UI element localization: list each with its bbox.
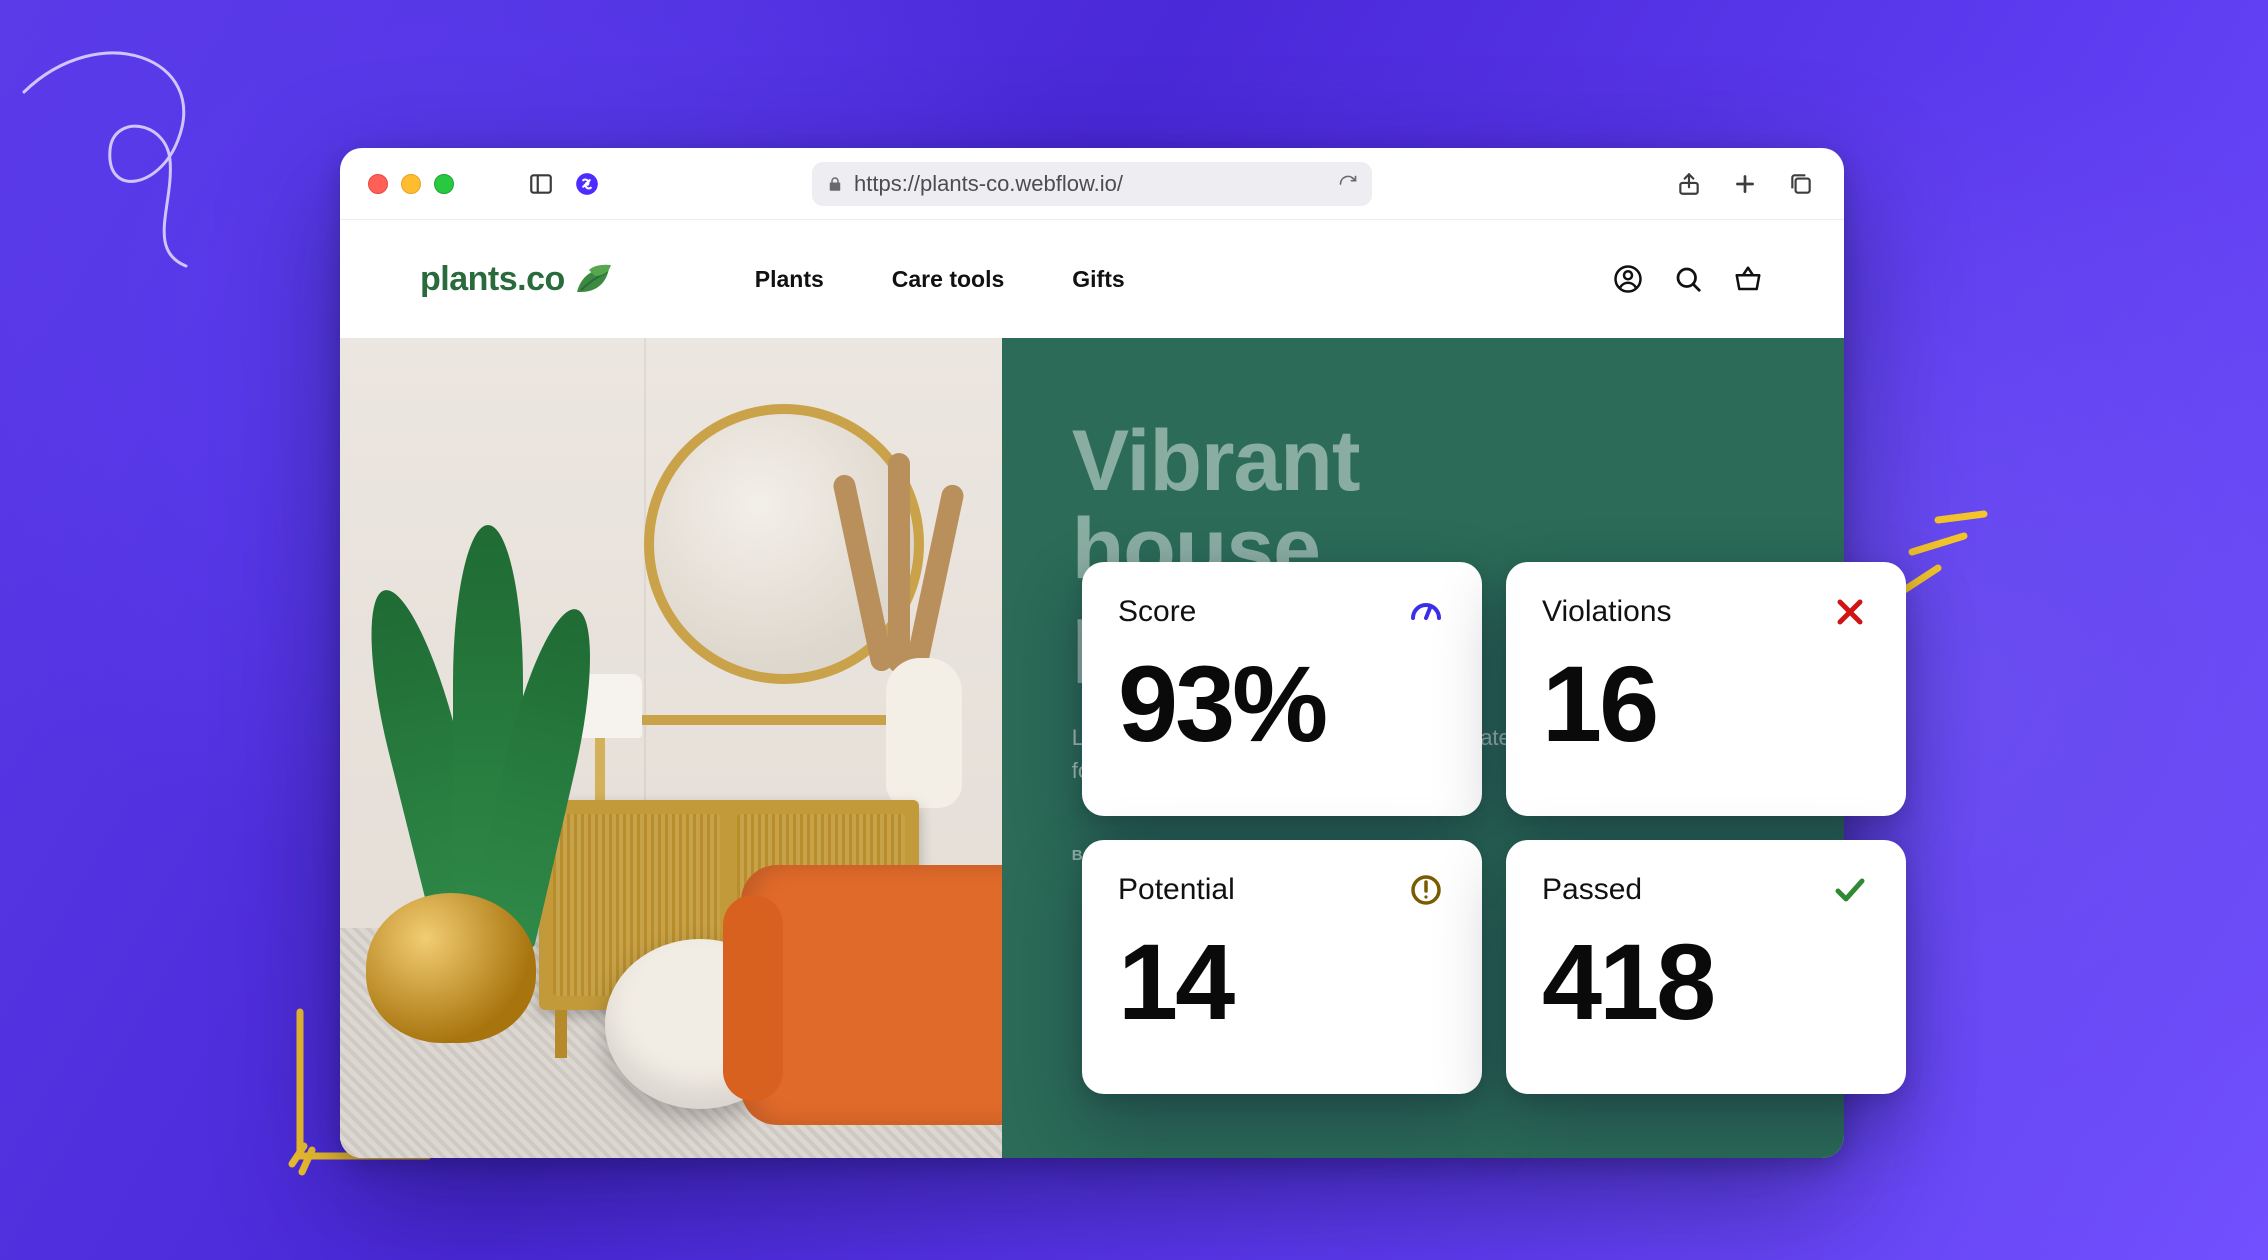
card-label: Passed — [1542, 873, 1642, 907]
card-value: 93% — [1118, 650, 1446, 758]
zoom-window-button[interactable] — [434, 174, 454, 194]
site-header: plants.co Plants Care tools Gifts — [340, 220, 1844, 338]
address-url: https://plants-co.webflow.io/ — [854, 171, 1123, 197]
nav-care-tools[interactable]: Care tools — [892, 266, 1004, 293]
card-value: 418 — [1542, 928, 1870, 1036]
warning-icon — [1406, 870, 1446, 910]
card-passed[interactable]: Passed 418 — [1506, 840, 1906, 1094]
decorative-squiggle — [10, 28, 270, 288]
card-value: 16 — [1542, 650, 1870, 758]
site-logo[interactable]: plants.co — [420, 260, 615, 299]
nav-plants[interactable]: Plants — [755, 266, 824, 293]
logo-text: plants.co — [420, 260, 565, 299]
card-violations[interactable]: Violations 16 — [1506, 562, 1906, 816]
stat-cards: Score 93% Violations 16 Potential — [1082, 562, 1906, 1094]
minimize-window-button[interactable] — [401, 174, 421, 194]
account-icon[interactable] — [1612, 263, 1644, 295]
x-icon — [1830, 592, 1870, 632]
check-icon — [1830, 870, 1870, 910]
card-label: Potential — [1118, 873, 1235, 907]
card-label: Violations — [1542, 595, 1672, 629]
card-score[interactable]: Score 93% — [1082, 562, 1482, 816]
extension-icon[interactable] — [572, 169, 602, 199]
sidebar-toggle-icon[interactable] — [526, 169, 556, 199]
lock-icon — [826, 175, 844, 193]
share-icon[interactable] — [1674, 169, 1704, 199]
card-label: Score — [1118, 595, 1196, 629]
leaf-icon — [571, 262, 615, 296]
search-icon[interactable] — [1672, 263, 1704, 295]
hero-image — [340, 338, 1002, 1158]
card-potential[interactable]: Potential 14 — [1082, 840, 1482, 1094]
gauge-icon — [1406, 592, 1446, 632]
browser-titlebar: https://plants-co.webflow.io/ — [340, 148, 1844, 220]
refresh-icon[interactable] — [1338, 174, 1358, 194]
basket-icon[interactable] — [1732, 263, 1764, 295]
hero-title-line: Vibrant — [1072, 418, 1774, 506]
tabs-overview-icon[interactable] — [1786, 169, 1816, 199]
header-actions — [1612, 263, 1764, 295]
nav-gifts[interactable]: Gifts — [1072, 266, 1124, 293]
card-value: 14 — [1118, 928, 1446, 1036]
new-tab-icon[interactable] — [1730, 169, 1760, 199]
close-window-button[interactable] — [368, 174, 388, 194]
address-bar[interactable]: https://plants-co.webflow.io/ — [812, 162, 1372, 206]
window-controls — [368, 174, 454, 194]
main-nav: Plants Care tools Gifts — [755, 266, 1125, 293]
